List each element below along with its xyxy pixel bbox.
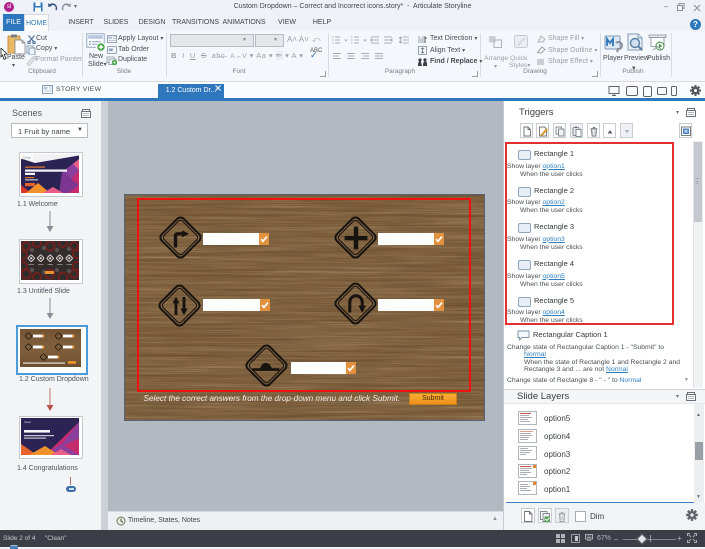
svg-text:Clear: Clear xyxy=(24,420,31,424)
svg-text:lear: lear xyxy=(26,156,31,160)
